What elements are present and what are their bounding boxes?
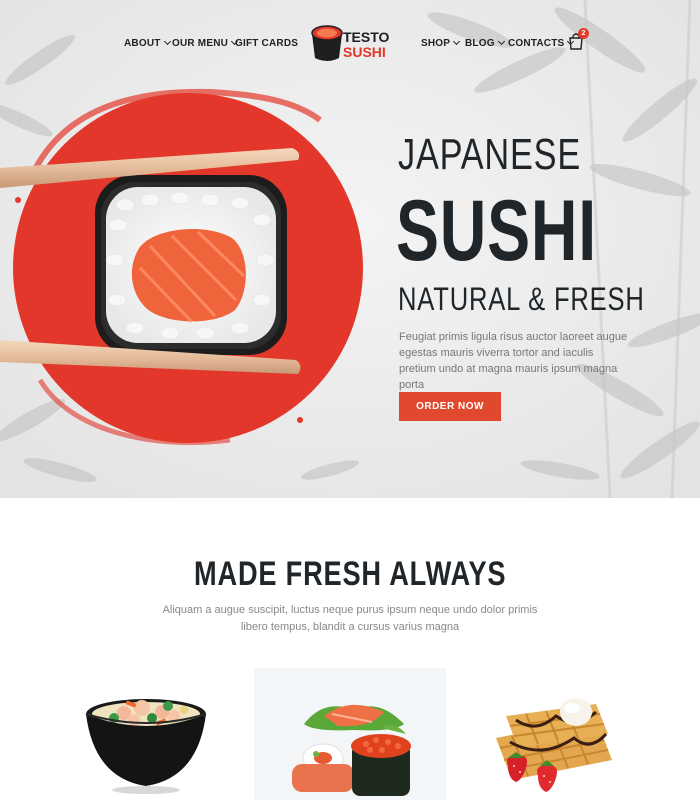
- menu-card-sushi[interactable]: [254, 668, 446, 800]
- menu-card-waffles[interactable]: [446, 668, 638, 800]
- nav-item-blog[interactable]: BLOG: [465, 37, 505, 49]
- cart-count-badge: 2: [578, 28, 589, 39]
- nav-item-label: SHOP: [421, 38, 451, 49]
- main-navigation: ABOUT OUR MENU GIFT CARDS TESTO SUSHI SH…: [0, 0, 700, 90]
- waffles-dessert-image: [496, 698, 612, 792]
- menu-cards: [0, 668, 700, 800]
- site-logo[interactable]: TESTO SUSHI: [308, 20, 394, 66]
- hero-heading-line2: SUSHI: [396, 183, 597, 279]
- section-title-text: MADE FRESH ALWAYS: [193, 555, 507, 593]
- chevron-down-icon: [497, 37, 505, 46]
- nav-item-our-menu[interactable]: OUR MENU: [172, 37, 239, 49]
- nav-item-label: GIFT CARDS: [235, 38, 299, 49]
- nav-item-gift-cards[interactable]: GIFT CARDS: [235, 38, 298, 49]
- sushi-roll-image: [95, 175, 287, 355]
- section-description: Aliquam a augue suscipit, luctus neque p…: [162, 604, 538, 633]
- sushi-assortment-image: [292, 704, 411, 796]
- nav-item-label: ABOUT: [124, 38, 161, 49]
- order-now-button[interactable]: ORDER NOW: [399, 392, 501, 421]
- menu-card-noodle-soup[interactable]: [64, 668, 256, 800]
- hero-heading-line3: NATURAL & FRESH: [398, 281, 645, 317]
- chevron-down-icon: [453, 37, 461, 46]
- nav-item-shop[interactable]: SHOP: [421, 37, 461, 49]
- hero-section: ABOUT OUR MENU GIFT CARDS TESTO SUSHI SH…: [0, 0, 700, 498]
- nav-item-label: CONTACTS: [508, 38, 565, 49]
- nav-item-about[interactable]: ABOUT: [124, 37, 171, 49]
- logo-line1: TESTO: [343, 29, 390, 45]
- section-title: MADE FRESH ALWAYS: [0, 557, 700, 591]
- logo-line2: SUSHI: [343, 44, 386, 60]
- nav-item-label: OUR MENU: [172, 38, 229, 49]
- nav-item-contacts[interactable]: CONTACTS: [508, 37, 575, 49]
- nav-item-label: BLOG: [465, 38, 495, 49]
- hero-description: Feugiat primis ligula risus auctor laore…: [399, 331, 628, 391]
- chevron-down-icon: [163, 37, 171, 46]
- noodle-soup-bowl-image: [85, 699, 207, 794]
- cart-button[interactable]: 2: [568, 28, 589, 52]
- hero-heading-line1: JAPANESE: [398, 130, 581, 179]
